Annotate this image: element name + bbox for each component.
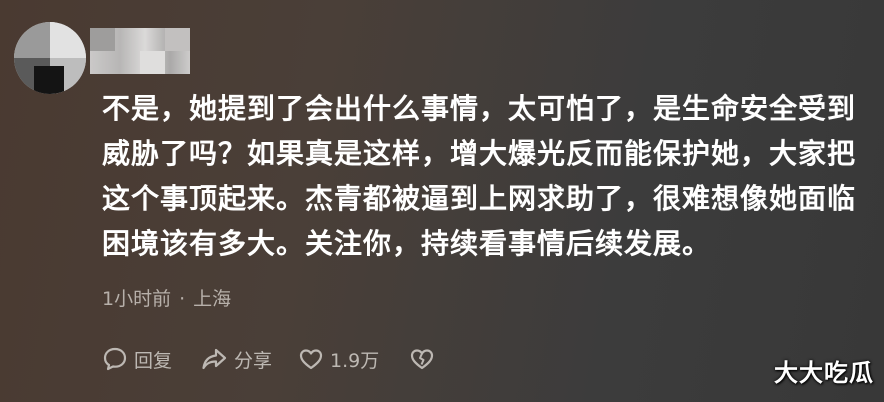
comment-line: 困境该有多大。关注你，持续看事情后续发展。 (102, 227, 712, 260)
comment-line: 威胁了吗？如果真是这样，增大爆光反而能保护她，大家把 (102, 137, 857, 170)
comment-time: 1小时前 (102, 288, 172, 310)
avatar-mosaic-block (50, 22, 86, 58)
avatar-mosaic-block (14, 22, 50, 58)
username-mosaic-block (140, 51, 165, 74)
broken-heart-icon (409, 346, 435, 372)
reply-label: 回复 (134, 349, 173, 372)
share-button[interactable]: 分享 (200, 346, 272, 373)
share-label: 分享 (234, 349, 273, 372)
like-button[interactable]: 1.9万 (298, 346, 379, 373)
username-mosaic-block (165, 28, 190, 51)
watermark-text: 大大吃瓜 (774, 359, 874, 387)
reply-button[interactable]: 回复 (102, 346, 172, 373)
comment-line: 这个事顶起来。杰青都被逼到上网求助了，很难想像她面临 (102, 182, 857, 215)
comment-meta: 1小时前 · 上海 (102, 284, 231, 311)
dislike-button[interactable] (409, 346, 435, 372)
comment-location: 上海 (193, 288, 232, 310)
comment-bubble-icon (102, 346, 128, 372)
heart-icon (298, 346, 324, 372)
meta-separator: · (179, 288, 186, 310)
username-mosaic-block (90, 28, 115, 51)
comment-actions: 回复 分享 1.9万 (102, 342, 435, 376)
comment-text: 不是，她提到了会出什么事情，太可怕了，是生命安全受到 威胁了吗？如果真是这样，增… (102, 86, 872, 266)
share-arrow-icon (200, 346, 228, 372)
like-count: 1.9万 (330, 349, 380, 372)
comment-line: 不是，她提到了会出什么事情，太可怕了，是生命安全受到 (102, 92, 857, 125)
user-avatar[interactable] (14, 22, 86, 94)
avatar-mosaic-block (34, 66, 64, 94)
username-blurred[interactable] (90, 28, 190, 74)
